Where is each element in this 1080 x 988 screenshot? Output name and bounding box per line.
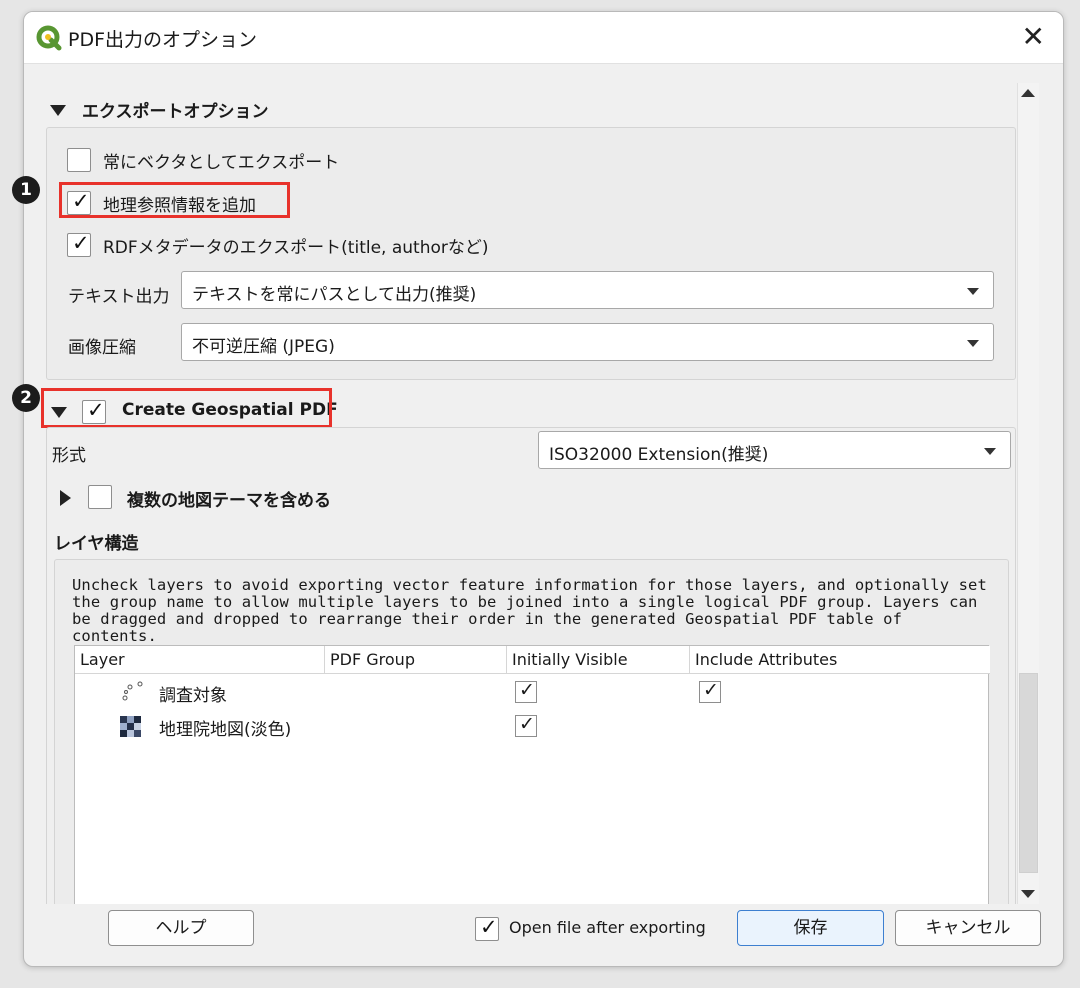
rdf-checkbox[interactable]: ✓ [67,231,91,257]
text-output-label: テキスト出力 [68,287,170,307]
format-combo[interactable]: ISO32000 Extension(推奨) [538,431,1011,469]
export-options-header[interactable]: エクスポートオプション [82,97,269,122]
table-row[interactable]: 地理院地図(淡色) ✓ [75,711,988,743]
open-after-export-label: Open file after exporting [509,918,706,937]
save-button[interactable]: 保存 [737,910,884,946]
text-output-combo[interactable]: テキストを常にパスとして出力(推奨) [181,271,994,309]
help-button[interactable]: ヘルプ [108,910,254,946]
window-title: PDF出力のオプション [68,29,258,51]
table-row[interactable]: 調査対象 ✓ ✓ [75,677,988,709]
layer-description: Uncheck layers to avoid exporting vector… [72,576,987,645]
close-icon[interactable]: ✕ [1022,20,1045,53]
always-vector-checkbox[interactable] [67,148,91,172]
options-scroll-area: エクスポートオプション 常にベクタとしてエクスポート ✓ 地理参照情報を追加 ✓… [24,65,1041,904]
check-mark-icon: ✓ [480,915,498,939]
column-header-pdf-group[interactable]: PDF Group [325,646,507,674]
initially-visible-checkbox[interactable]: ✓ [515,713,537,737]
vertical-scrollbar[interactable] [1017,83,1039,904]
scrollbar-thumb[interactable] [1019,673,1038,873]
chevron-down-icon [984,448,996,455]
collapse-triangle-icon[interactable] [50,105,66,116]
always-vector-label: 常にベクタとしてエクスポート [103,153,340,173]
image-compression-value: 不可逆圧縮 (JPEG) [192,337,335,357]
highlight-box-geospatial [41,388,332,428]
map-themes-checkbox[interactable] [88,485,112,509]
image-compression-label: 画像圧縮 [68,338,136,358]
check-mark-icon: ✓ [72,231,90,255]
open-after-export-checkbox[interactable]: ✓ [475,915,499,941]
badge-one: 1 [12,176,40,204]
check-mark-icon: ✓ [703,679,719,701]
pdf-export-dialog: PDF出力のオプション ✕ エクスポートオプション 常にベクタとしてエクスポート… [23,11,1064,967]
layer-structure-label: レイヤ構造 [54,534,139,554]
image-compression-combo[interactable]: 不可逆圧縮 (JPEG) [181,323,994,361]
cancel-button[interactable]: キャンセル [895,910,1041,946]
expand-triangle-icon[interactable] [60,490,71,506]
scroll-down-icon[interactable] [1021,890,1035,898]
map-themes-label: 複数の地図テーマを含める [127,491,331,511]
export-options-panel: 常にベクタとしてエクスポート ✓ 地理参照情報を追加 ✓ RDFメタデータのエク… [46,127,1016,380]
layer-name: 地理院地図(淡色) [159,720,292,740]
highlight-box-georef [59,182,290,218]
format-value: ISO32000 Extension(推奨) [549,445,769,465]
text-output-value: テキストを常にパスとして出力(推奨) [192,285,477,305]
format-label: 形式 [52,446,86,466]
layer-name: 調査対象 [159,686,227,706]
point-layer-icon [122,681,143,701]
check-mark-icon: ✓ [519,679,535,701]
initially-visible-checkbox[interactable]: ✓ [515,679,537,703]
chevron-down-icon [967,288,979,295]
check-mark-icon: ✓ [519,713,535,735]
column-header-initially-visible[interactable]: Initially Visible [507,646,690,674]
column-header-layer[interactable]: Layer [75,646,325,674]
badge-two: 2 [12,384,40,412]
include-attributes-checkbox[interactable]: ✓ [699,679,721,703]
column-header-include-attributes[interactable]: Include Attributes [690,646,990,674]
layer-table: Layer PDF Group Initially Visible Includ… [74,645,990,904]
rdf-label: RDFメタデータのエクスポート(title, authorなど) [103,238,489,258]
raster-layer-icon [120,716,141,737]
title-bar: PDF出力のオプション ✕ [24,12,1063,64]
scroll-up-icon[interactable] [1021,89,1035,97]
chevron-down-icon [967,340,979,347]
qgis-logo-icon [36,25,62,51]
